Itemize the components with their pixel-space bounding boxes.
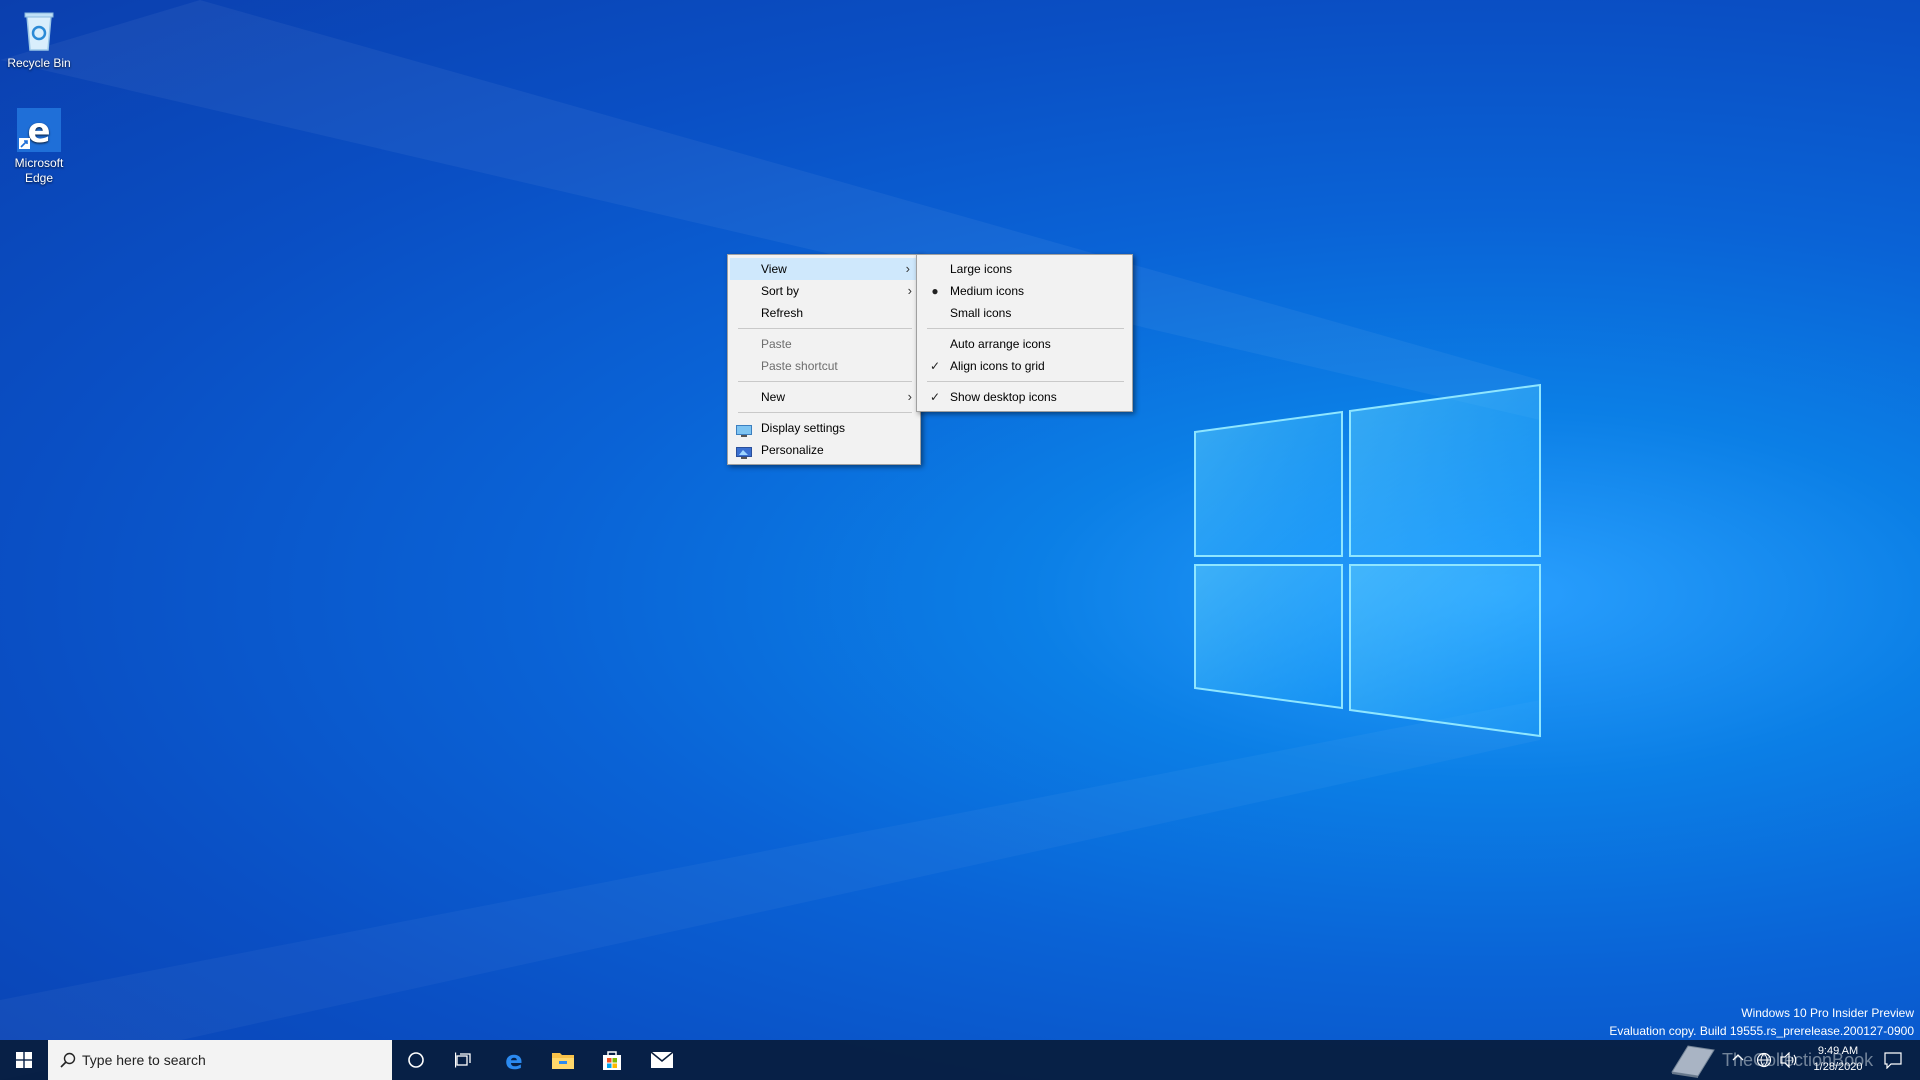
cortana-icon — [408, 1052, 424, 1068]
menu-item-label: Large icons — [950, 262, 1013, 276]
menu-item-new[interactable]: New › — [728, 386, 920, 408]
clock-date: 1/28/2020 — [1813, 1061, 1863, 1073]
network-button[interactable] — [1756, 1052, 1772, 1071]
chevron-right-icon: › — [905, 261, 910, 276]
menu-item-label: View — [761, 262, 787, 276]
menu-item-label: Medium icons — [950, 284, 1025, 298]
notification-icon — [1884, 1052, 1902, 1070]
menu-item-label: Sort by — [761, 284, 800, 298]
chevron-right-icon: › — [907, 389, 912, 404]
menu-item-paste-shortcut: Paste shortcut — [728, 355, 920, 377]
watermark-line-2: Evaluation copy. Build 19555.rs_prerelea… — [1609, 1024, 1914, 1038]
menu-separator — [738, 412, 912, 413]
personalize-icon — [736, 444, 752, 459]
taskbar-mail-button[interactable] — [638, 1040, 686, 1080]
action-center-button[interactable] — [1884, 1051, 1902, 1072]
submenu-item-show-desktop-icons[interactable]: ✓ Show desktop icons — [917, 386, 1132, 408]
menu-item-sort-by[interactable]: Sort by › — [728, 280, 920, 302]
edge-icon: e — [17, 108, 61, 152]
menu-item-label: Refresh — [761, 306, 804, 320]
menu-separator — [927, 328, 1124, 329]
chevron-up-icon — [1732, 1054, 1744, 1061]
book-icon — [1671, 1045, 1715, 1078]
view-submenu: Large icons ● Medium icons Small icons A… — [916, 254, 1133, 412]
file-explorer-icon — [552, 1053, 574, 1069]
system-tray: 9:49 AM 1/28/2020 — [1730, 1040, 1920, 1080]
menu-item-view[interactable]: View › — [730, 258, 918, 280]
taskbar-file-explorer-button[interactable] — [539, 1040, 587, 1080]
store-icon — [603, 1051, 621, 1070]
monitor-icon — [736, 422, 752, 437]
menu-separator — [738, 328, 912, 329]
checkmark-icon: ✓ — [929, 359, 941, 373]
volume-icon — [1780, 1051, 1797, 1069]
watermark-line-1: Windows 10 Pro Insider Preview — [1741, 1006, 1914, 1020]
taskbar-search-box[interactable]: Type here to search — [48, 1040, 392, 1080]
menu-item-label: Personalize — [761, 443, 824, 457]
clock-time: 9:49 AM — [1817, 1045, 1859, 1057]
menu-item-personalize[interactable]: Personalize — [728, 439, 920, 461]
menu-separator — [738, 381, 912, 382]
chevron-right-icon: › — [907, 283, 912, 298]
menu-item-label: Display settings — [761, 421, 846, 435]
evaluation-watermark: Windows 10 Pro Insider Preview Evaluatio… — [1609, 1004, 1914, 1040]
svg-text:e: e — [505, 1048, 523, 1072]
menu-separator — [927, 381, 1124, 382]
menu-item-label: Paste shortcut — [761, 359, 838, 373]
wallpaper — [0, 0, 1541, 1080]
desktop-icon-recycle-bin[interactable]: Recycle Bin — [0, 8, 78, 71]
search-icon — [60, 1052, 76, 1068]
checkmark-icon: ✓ — [929, 390, 941, 404]
menu-item-label: New — [761, 390, 786, 404]
clock[interactable]: 9:49 AM 1/28/2020 — [1806, 1043, 1870, 1075]
submenu-item-align-to-grid[interactable]: ✓ Align icons to grid — [917, 355, 1132, 377]
desktop-icon-microsoft-edge[interactable]: e Microsoft Edge — [0, 108, 78, 186]
submenu-item-auto-arrange[interactable]: Auto arrange icons — [917, 333, 1132, 355]
radio-bullet-icon: ● — [931, 284, 939, 298]
taskbar: Type here to search e TheCollectionBook … — [0, 1040, 1920, 1080]
recycle-bin-icon — [17, 8, 61, 52]
cortana-button[interactable] — [392, 1040, 440, 1080]
show-hidden-icons-button[interactable] — [1732, 1052, 1744, 1067]
menu-item-display-settings[interactable]: Display settings — [728, 417, 920, 439]
submenu-item-medium-icons[interactable]: ● Medium icons — [917, 280, 1132, 302]
taskbar-store-button[interactable] — [588, 1040, 636, 1080]
taskbar-edge-button[interactable]: e — [490, 1040, 538, 1080]
menu-item-paste: Paste — [728, 333, 920, 355]
windows-start-icon — [16, 1052, 32, 1068]
task-view-icon — [455, 1052, 471, 1068]
windows-logo-wallpaper — [1194, 383, 1541, 738]
desktop-context-menu: View › Sort by › Refresh Paste Paste sho… — [727, 254, 921, 465]
menu-item-label: Show desktop icons — [950, 390, 1057, 404]
menu-item-label: Align icons to grid — [950, 359, 1045, 373]
network-icon — [1756, 1052, 1772, 1068]
desktop-icon-label: Recycle Bin — [7, 56, 71, 70]
svg-text:e: e — [27, 111, 50, 151]
submenu-item-small-icons[interactable]: Small icons — [917, 302, 1132, 324]
desktop-icon-label: Microsoft Edge — [14, 156, 64, 185]
task-view-button[interactable] — [440, 1040, 488, 1080]
menu-item-label: Paste — [761, 337, 792, 351]
menu-item-refresh[interactable]: Refresh — [728, 302, 920, 324]
search-placeholder: Type here to search — [82, 1052, 206, 1068]
volume-button[interactable] — [1780, 1051, 1798, 1071]
edge-icon: e — [505, 1048, 523, 1072]
start-button[interactable] — [0, 1040, 48, 1080]
menu-item-label: Small icons — [950, 306, 1012, 320]
mail-icon — [650, 1051, 674, 1068]
menu-item-label: Auto arrange icons — [950, 337, 1051, 351]
submenu-item-large-icons[interactable]: Large icons — [917, 258, 1132, 280]
